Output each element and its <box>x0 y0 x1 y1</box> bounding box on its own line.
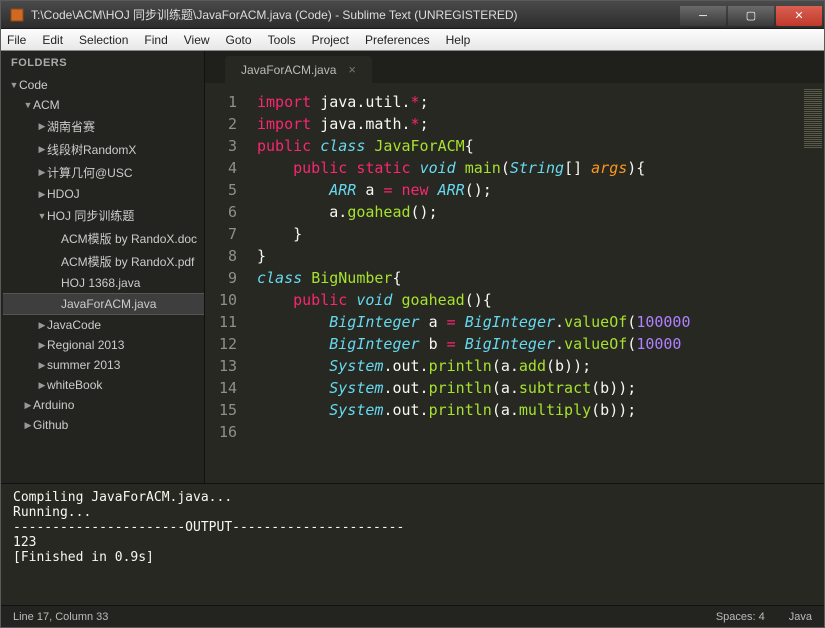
minimap[interactable] <box>802 83 824 483</box>
chevron-right-icon: ▶ <box>37 167 47 178</box>
tree-item[interactable]: ▶ 湖南省赛 <box>3 115 204 138</box>
folder-tree: ▼ Code▼ ACM▶ 湖南省赛▶ 线段树RandomX▶ 计算几何@USC▶… <box>1 75 204 435</box>
tree-item-label: ACM模版 by RandoX.pdf <box>61 253 194 270</box>
tree-item-label: JavaForACM.java <box>61 297 156 311</box>
minimize-button[interactable]: ─ <box>680 6 726 26</box>
tree-item-label: ACM <box>33 98 60 112</box>
menu-file[interactable]: File <box>7 33 26 47</box>
tree-item[interactable]: ▼ Code <box>3 75 204 95</box>
tree-item-label: Arduino <box>33 398 74 412</box>
tab-active[interactable]: JavaForACM.java × <box>225 56 372 83</box>
tree-item[interactable]: ▼ ACM <box>3 95 204 115</box>
menu-goto[interactable]: Goto <box>226 33 252 47</box>
chevron-down-icon: ▼ <box>23 100 33 110</box>
menu-tools[interactable]: Tools <box>268 33 296 47</box>
status-cursor-pos[interactable]: Line 17, Column 33 <box>13 611 108 623</box>
tree-item-label: HDOJ <box>47 187 80 201</box>
chevron-right-icon: ▶ <box>37 144 47 155</box>
menubar: File Edit Selection Find View Goto Tools Projec… <box>1 29 824 51</box>
minimap-preview <box>804 89 822 149</box>
menu-view[interactable]: View <box>184 33 210 47</box>
chevron-right-icon: ▶ <box>37 360 47 371</box>
chevron-right-icon: ▶ <box>37 121 47 132</box>
menu-preferences[interactable]: Preferences <box>365 33 430 47</box>
tree-item-label: 湖南省赛 <box>47 118 95 135</box>
chevron-right-icon: ▶ <box>37 380 47 391</box>
app-window: T:\Code\ACM\HOJ 同步训练题\JavaForACM.java (C… <box>0 0 825 628</box>
menu-find[interactable]: Find <box>144 33 167 47</box>
chevron-right-icon: ▶ <box>23 400 33 411</box>
tree-item-label: ACM模版 by RandoX.doc <box>61 230 197 247</box>
titlebar-text: T:\Code\ACM\HOJ 同步训练题\JavaForACM.java (C… <box>31 6 680 23</box>
statusbar: Line 17, Column 33 Spaces: 4 Java <box>1 605 824 627</box>
tree-item-label: JavaCode <box>47 318 101 332</box>
tree-item-label: 线段树RandomX <box>47 141 136 158</box>
sidebar-header: FOLDERS <box>1 51 204 75</box>
status-syntax[interactable]: Java <box>789 611 812 623</box>
chevron-down-icon: ▼ <box>37 211 47 221</box>
tree-item[interactable]: ▶ Github <box>3 415 204 435</box>
tree-item-label: whiteBook <box>47 378 102 392</box>
tree-item[interactable]: ▶ whiteBook <box>3 375 204 395</box>
tree-item[interactable]: ▶ Arduino <box>3 395 204 415</box>
tree-item[interactable]: JavaForACM.java <box>3 293 204 315</box>
tree-item[interactable]: HOJ 1368.java <box>3 273 204 293</box>
tabbar: JavaForACM.java × <box>205 51 824 83</box>
close-button[interactable]: ✕ <box>776 6 822 26</box>
tree-item[interactable]: ACM模版 by RandoX.pdf <box>3 250 204 273</box>
window-controls: ─ ▢ ✕ <box>680 4 824 26</box>
tree-item-label: 计算几何@USC <box>47 164 133 181</box>
chevron-down-icon: ▼ <box>9 80 19 90</box>
tree-item[interactable]: ▶ JavaCode <box>3 315 204 335</box>
code-area: 12345678910111213141516 import java.util… <box>205 83 824 483</box>
tab-label: JavaForACM.java <box>241 63 336 77</box>
menu-edit[interactable]: Edit <box>42 33 63 47</box>
tree-item[interactable]: ACM模版 by RandoX.doc <box>3 227 204 250</box>
tree-item[interactable]: ▶ summer 2013 <box>3 355 204 375</box>
tree-item[interactable]: ▶ 计算几何@USC <box>3 161 204 184</box>
tree-item-label: summer 2013 <box>47 358 120 372</box>
status-indent[interactable]: Spaces: 4 <box>716 611 765 623</box>
tree-item-label: HOJ 1368.java <box>61 276 140 290</box>
chevron-right-icon: ▶ <box>37 340 47 351</box>
tree-item-label: Code <box>19 78 48 92</box>
chevron-right-icon: ▶ <box>37 320 47 331</box>
tree-item[interactable]: ▶ 线段树RandomX <box>3 138 204 161</box>
build-output[interactable]: Compiling JavaForACM.java... Running... … <box>1 483 824 605</box>
editor-zone: JavaForACM.java × 1234567891011121314151… <box>205 51 824 483</box>
menu-help[interactable]: Help <box>446 33 471 47</box>
menu-project[interactable]: Project <box>312 33 349 47</box>
app-icon <box>9 7 25 23</box>
tree-item[interactable]: ▶ HDOJ <box>3 184 204 204</box>
maximize-button[interactable]: ▢ <box>728 6 774 26</box>
sidebar: FOLDERS ▼ Code▼ ACM▶ 湖南省赛▶ 线段树RandomX▶ 计… <box>1 51 205 483</box>
tree-item-label: HOJ 同步训练题 <box>47 207 134 224</box>
chevron-right-icon: ▶ <box>37 189 47 200</box>
close-icon[interactable]: × <box>348 62 356 77</box>
tree-item[interactable]: ▶ Regional 2013 <box>3 335 204 355</box>
tree-item-label: Github <box>33 418 68 432</box>
tree-item[interactable]: ▼ HOJ 同步训练题 <box>3 204 204 227</box>
menu-selection[interactable]: Selection <box>79 33 128 47</box>
tree-item-label: Regional 2013 <box>47 338 124 352</box>
code-content[interactable]: import java.util.*;import java.math.*;pu… <box>245 83 802 483</box>
titlebar[interactable]: T:\Code\ACM\HOJ 同步训练题\JavaForACM.java (C… <box>1 1 824 29</box>
line-gutter: 12345678910111213141516 <box>205 83 245 483</box>
chevron-right-icon: ▶ <box>23 420 33 431</box>
